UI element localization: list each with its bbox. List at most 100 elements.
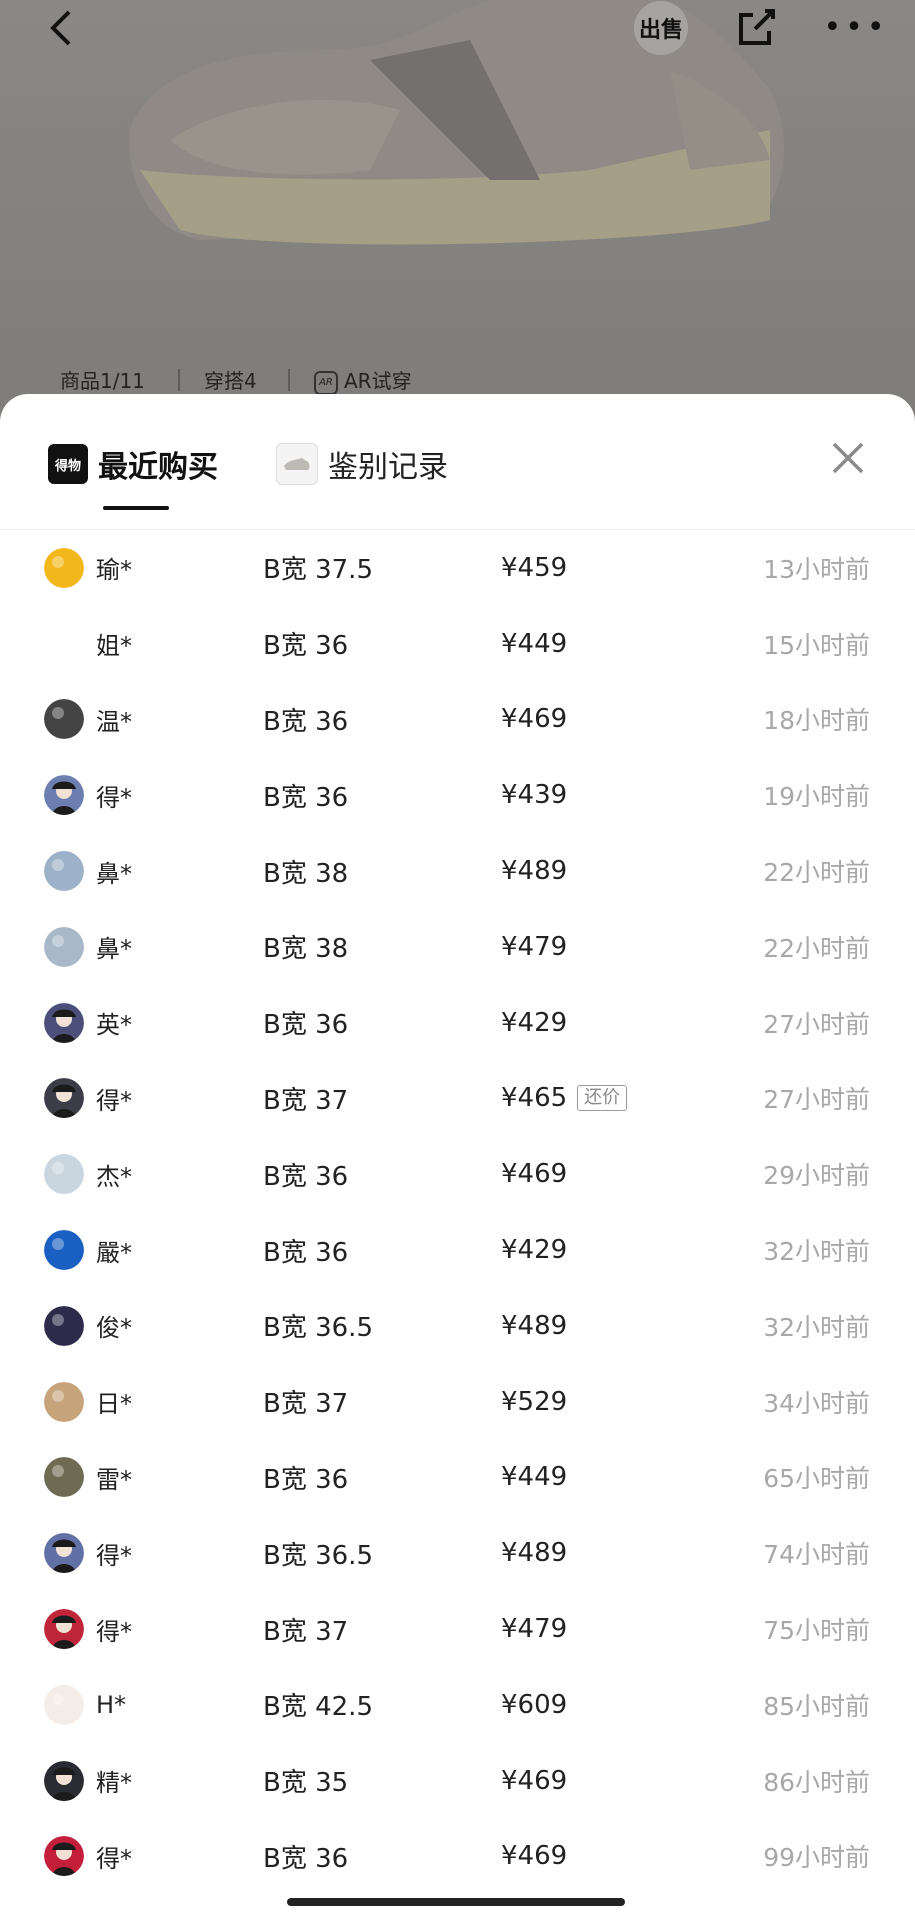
list-item: 精* B宽 35 ¥469 86小时前 (0, 1743, 915, 1819)
purchase-price-wrap: ¥489 (501, 1288, 567, 1364)
tab-label: 鉴别记录 (328, 450, 448, 485)
list-item: 瑜* B宽 37.5 ¥459 13小时前 (0, 530, 915, 606)
purchase-price-wrap: ¥469 (501, 1819, 567, 1895)
purchase-price: ¥489 (501, 1538, 568, 1569)
user-name: 得* (96, 1617, 132, 1646)
user-name: 嚴* (96, 1238, 132, 1267)
default-avatar (44, 1533, 84, 1574)
user-name: 温* (96, 707, 132, 736)
product-image-area: 出售 ••• 商品1/11 穿搭4 AR AR试穿 (0, 0, 915, 420)
purchase-size: B宽 36 (263, 1843, 349, 1874)
back-button[interactable] (38, 0, 82, 56)
purchase-time: 32小时前 (763, 1312, 870, 1342)
sunset-avatar (44, 1381, 84, 1422)
purchase-size: B宽 42.5 (263, 1692, 373, 1723)
avatar-wrapper (44, 1061, 84, 1137)
purchase-time: 19小时前 (763, 782, 870, 812)
avatar-wrapper (44, 1288, 84, 1364)
default-avatar (44, 1002, 84, 1043)
purchase-size: B宽 36 (263, 1010, 349, 1041)
user-name: 鼻* (96, 935, 132, 964)
night-avatar (44, 1305, 84, 1346)
user-name: H* (96, 1690, 127, 1719)
purchase-size: B宽 35 (263, 1768, 349, 1799)
tab-label: 最近购买 (98, 450, 218, 485)
purchase-price-wrap: ¥479 (501, 1591, 567, 1667)
avatar-wrapper (44, 833, 84, 909)
purchase-time: 75小时前 (763, 1616, 870, 1646)
default-avatar (44, 775, 84, 816)
sky-avatar (44, 926, 84, 967)
list-item: 得* B宽 37 ¥465 还价 27小时前 (0, 1061, 915, 1137)
avatar-wrapper (44, 606, 84, 682)
more-button[interactable]: ••• (823, 0, 886, 56)
purchase-price-wrap: ¥465 还价 (501, 1061, 628, 1137)
purchase-price: ¥609 (501, 1689, 568, 1720)
avatar-wrapper (44, 757, 84, 833)
divider (288, 369, 290, 391)
purchase-price: ¥429 (501, 1235, 568, 1266)
purchase-time: 27小时前 (763, 1009, 870, 1039)
photo-avatar (44, 1457, 84, 1498)
avatar-wrapper (44, 530, 84, 606)
dewu-logo-icon: 得物 (48, 444, 88, 484)
user-name: 姐* (96, 632, 132, 661)
default-avatar (44, 1609, 84, 1650)
purchase-time: 32小时前 (763, 1237, 870, 1267)
purchase-size: B宽 36 (263, 1464, 349, 1495)
duck-avatar (44, 1154, 84, 1195)
purchase-size: B宽 36 (263, 706, 349, 737)
list-item: 俊* B宽 36.5 ¥489 32小时前 (0, 1288, 915, 1364)
avatar-wrapper (44, 1819, 84, 1895)
purchase-time: 29小时前 (763, 1161, 870, 1191)
avatar-wrapper (44, 1440, 84, 1516)
sell-button[interactable]: 出售 (630, 0, 692, 56)
purchase-list: 瑜* B宽 37.5 ¥459 13小时前 姐* B宽 36 ¥449 15小时… (0, 530, 915, 1894)
shoe-product-image (129, 0, 784, 245)
home-indicator[interactable] (287, 1898, 625, 1906)
purchase-time: 85小时前 (763, 1691, 870, 1721)
list-item: 英* B宽 36 ¥429 27小时前 (0, 985, 915, 1061)
user-name: 英* (96, 1011, 132, 1040)
purchase-size: B宽 36.5 (263, 1540, 373, 1571)
purchase-price: ¥489 (501, 1310, 568, 1341)
user-name: 杰* (96, 1162, 132, 1191)
list-item: 鼻* B宽 38 ¥489 22小时前 (0, 833, 915, 909)
tab-authentication-records[interactable]: 鉴别记录 (276, 442, 448, 486)
purchase-size: B宽 37 (263, 1616, 349, 1647)
list-item: 姐* B宽 36 ¥449 15小时前 (0, 606, 915, 682)
purchase-price-wrap: ¥479 (501, 909, 567, 985)
close-icon[interactable] (826, 436, 870, 480)
tab-outfit[interactable]: 穿搭4 (204, 365, 257, 394)
ar-icon: AR (314, 370, 338, 395)
tab-ar-tryon[interactable]: AR AR试穿 (314, 365, 412, 395)
avatar-wrapper (44, 1364, 84, 1440)
purchase-size: B宽 38 (263, 858, 349, 889)
tab-recent-purchases[interactable]: 得物 最近购买 (48, 442, 218, 486)
purchase-price-wrap: ¥429 (501, 1212, 567, 1288)
purchase-price-wrap: ¥429 (501, 985, 567, 1061)
purchase-price: ¥529 (501, 1386, 568, 1417)
avatar-wrapper (44, 1667, 84, 1743)
purchase-price: ¥489 (501, 856, 568, 887)
list-item: 鼻* B宽 38 ¥479 22小时前 (0, 909, 915, 985)
cat-avatar (44, 1684, 84, 1725)
avatar-wrapper (44, 1136, 84, 1212)
list-item: 杰* B宽 36 ¥469 29小时前 (0, 1136, 915, 1212)
purchase-size: B宽 37 (263, 1389, 349, 1420)
purchase-price-wrap: ¥489 (501, 1515, 567, 1591)
purchase-price: ¥449 (501, 1462, 568, 1493)
purchase-price: ¥449 (501, 628, 568, 659)
sunflower-avatar (44, 547, 84, 588)
divider (178, 369, 180, 391)
purchase-price-wrap: ¥609 (501, 1667, 567, 1743)
share-button[interactable] (728, 0, 784, 56)
avatar-wrapper (44, 1212, 84, 1288)
avatar-wrapper (44, 1515, 84, 1591)
user-name: 雷* (96, 1465, 132, 1494)
user-name: 精* (96, 1769, 132, 1798)
bargain-badge: 还价 (577, 1085, 628, 1112)
purchase-price: ¥479 (501, 1614, 568, 1645)
tab-product[interactable]: 商品1/11 (60, 365, 145, 394)
purchase-price-wrap: ¥469 (501, 682, 567, 758)
